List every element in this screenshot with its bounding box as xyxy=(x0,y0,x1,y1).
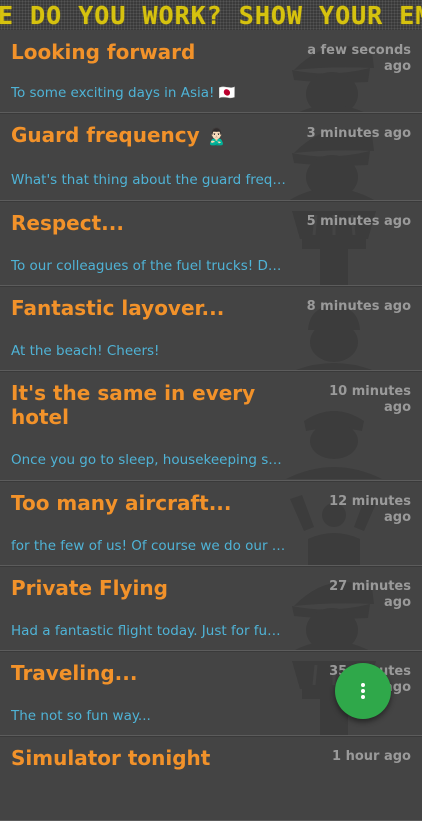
post-title: Guard frequency 🙎🏻‍♂️ xyxy=(11,123,291,149)
post-excerpt: To some exciting days in Asia! 🇯🇵 xyxy=(11,85,236,101)
post-time: 1 hour ago xyxy=(332,749,411,764)
ticker-text: E DO YOU WORK? SHOW YOUR EM xyxy=(0,1,422,30)
post-time: 5 minutes ago xyxy=(306,214,411,229)
post-card[interactable]: Too many aircraft... 12 minutes ago for … xyxy=(0,481,422,566)
more-vertical-icon xyxy=(361,683,365,699)
post-title: Private Flying xyxy=(11,576,168,600)
post-excerpt: To our colleagues of the fuel trucks! De… xyxy=(11,258,286,274)
post-excerpt: What's that thing about the guard frequ.… xyxy=(11,172,286,188)
news-ticker: E DO YOU WORK? SHOW YOUR EM xyxy=(0,0,422,30)
post-card[interactable]: Fantastic layover... 8 minutes ago At th… xyxy=(0,286,422,371)
post-excerpt: At the beach! Cheers! xyxy=(11,343,160,359)
more-options-fab[interactable] xyxy=(335,663,391,719)
post-title: Respect... xyxy=(11,211,124,235)
post-title: Looking forward xyxy=(11,40,196,64)
post-time: 8 minutes ago xyxy=(306,299,411,314)
post-time: 3 minutes ago xyxy=(306,126,411,141)
post-title: Fantastic layover... xyxy=(11,296,225,320)
post-time: 10 minutes ago xyxy=(329,384,411,415)
post-card[interactable]: It's the same in every hotel 10 minutes … xyxy=(0,371,422,481)
post-card[interactable]: Respect... 5 minutes ago To our colleagu… xyxy=(0,201,422,286)
post-time: a few seconds ago xyxy=(307,43,411,74)
post-time: 27 minutes ago xyxy=(329,579,411,610)
post-time: 12 minutes ago xyxy=(329,494,411,525)
post-card[interactable]: Guard frequency 🙎🏻‍♂️ 3 minutes ago What… xyxy=(0,113,422,201)
post-excerpt: for the few of us! Of course we do our b… xyxy=(11,538,286,554)
post-excerpt: The not so fun way... xyxy=(11,708,151,724)
post-excerpt: Had a fantastic flight today. Just for f… xyxy=(11,623,286,639)
post-excerpt: Once you go to sleep, housekeeping st... xyxy=(11,452,286,468)
post-card[interactable]: Looking forward a few seconds ago To som… xyxy=(0,30,422,113)
post-title: Traveling... xyxy=(11,661,138,685)
post-title: It's the same in every hotel xyxy=(11,381,256,429)
person-emoji-icon: 🙎🏻‍♂️ xyxy=(206,126,227,146)
post-title: Too many aircraft... xyxy=(11,491,232,515)
post-title-text: Guard frequency xyxy=(11,123,200,147)
post-card[interactable]: Simulator tonight 1 hour ago xyxy=(0,736,422,821)
post-card[interactable]: Private Flying 27 minutes ago Had a fant… xyxy=(0,566,422,651)
